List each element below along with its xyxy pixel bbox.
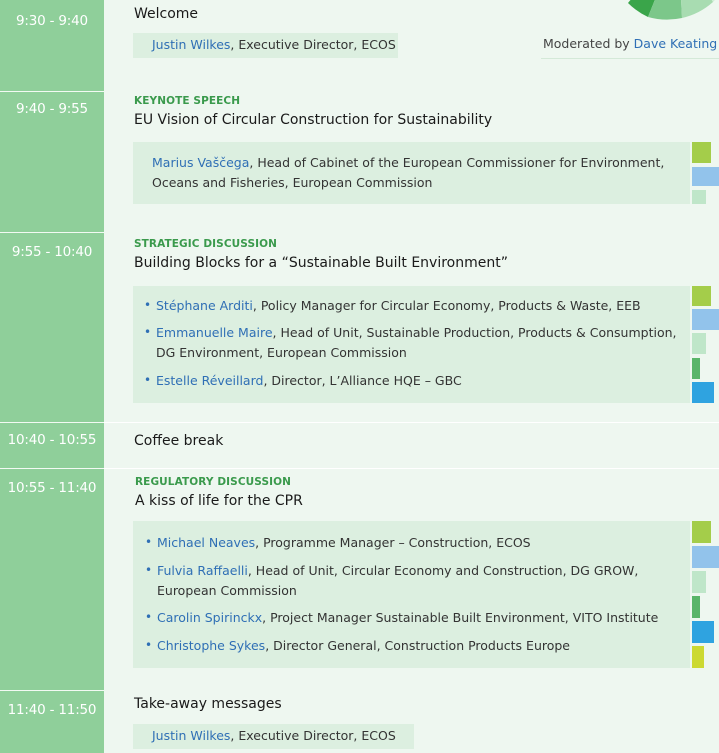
speaker-list: • Stéphane Arditi, Policy Manager for Ci… [133,286,690,403]
speaker-box: Justin Wilkes, Executive Director, ECOS [133,724,414,749]
speaker-box: Justin Wilkes, Executive Director, ECOS [133,33,398,58]
color-bar [692,167,719,186]
time-divider [0,422,104,423]
speaker-entry: Michael Neaves, Programme Manager – Cons… [157,533,531,553]
speaker-list: • Michael Neaves, Programme Manager – Co… [133,521,690,668]
speaker-name[interactable]: Emmanuelle Maire [156,325,273,340]
speaker-role-continued: Oceans and Fisheries, European Commissio… [152,175,433,190]
speaker-name[interactable]: Michael Neaves [157,535,255,550]
row-divider [104,468,719,469]
speaker-entry: Emmanuelle Maire, Head of Unit, Sustaina… [156,323,677,343]
speaker-role: , Head of Cabinet of the European Commis… [249,155,665,170]
time-divider [0,690,104,691]
speaker-role-continued: European Commission [157,583,297,598]
bullet: • [144,298,152,312]
bullet: • [145,535,153,549]
speaker-role: , Project Manager Sustainable Built Envi… [262,610,659,625]
color-bar [692,358,700,379]
speaker-role: , Head of Unit, Sustainable Production, … [272,325,677,340]
speaker-name[interactable]: Stéphane Arditi [156,298,253,313]
session-time: 11:40 - 11:50 [7,702,97,718]
time-divider [0,91,104,92]
time-divider [0,468,104,469]
speaker-role: , Policy Manager for Circular Economy, P… [252,298,641,313]
speaker-entry: Christophe Sykes, Director General, Cons… [157,636,570,656]
pie-graphic-icon [628,0,715,20]
color-bar [692,333,706,354]
session-title: A kiss of life for the CPR [135,493,303,509]
speaker-name[interactable]: Carolin Spirinckx [157,610,262,625]
session-time: 9:30 - 9:40 [16,13,88,29]
color-bar [692,621,714,643]
bullet: • [145,563,153,577]
speaker-role: , Programme Manager – Construction, ECOS [255,535,531,550]
speaker-name[interactable]: Christophe Sykes [157,638,265,653]
session-title: EU Vision of Circular Construction for S… [134,112,493,128]
color-bar [692,521,711,543]
speaker-entry: Marius Vaščega, Head of Cabinet of the E… [152,153,664,173]
session-title: Coffee break [134,433,224,449]
speaker-role: , Executive Director, ECOS [230,728,396,743]
session-time: 10:40 - 10:55 [7,432,97,448]
color-bar [692,190,706,204]
color-bar [692,646,704,668]
speaker-entry: Justin Wilkes, Executive Director, ECOS [152,35,396,55]
session-eyebrow: STRATEGIC DISCUSSION [134,238,278,250]
speaker-role: , Director, L’Alliance HQE – GBC [263,373,462,388]
row-divider [104,422,719,423]
color-bar [692,309,719,330]
speaker-role: , Director General, Construction Product… [265,638,570,653]
session-eyebrow: KEYNOTE SPEECH [134,95,241,107]
bullet: • [145,610,153,624]
color-bar [692,382,714,403]
speaker-entry: Justin Wilkes, Executive Director, ECOS [152,726,396,746]
speaker-role-continued: DG Environment, European Commission [156,345,407,360]
time-divider [0,232,104,233]
speaker-entry: Fulvia Raffaelli, Head of Unit, Circular… [157,561,638,581]
speaker-entry: Carolin Spirinckx, Project Manager Susta… [157,608,658,628]
speaker-entry: Estelle Réveillard, Director, L’Alliance… [156,371,462,391]
speaker-role: , Head of Unit, Circular Economy and Con… [247,563,639,578]
bullet: • [145,638,153,652]
speaker-entry: Stéphane Arditi, Policy Manager for Circ… [156,296,641,316]
session-title: Take-away messages [134,696,282,712]
moderator-name[interactable]: Dave Keating [634,36,718,51]
color-bar [692,571,706,593]
moderator-prefix: Moderated by [543,36,634,51]
speaker-name[interactable]: Estelle Réveillard [156,373,263,388]
session-title: Building Blocks for a “Sustainable Built… [134,255,508,271]
session-title: Welcome [134,6,199,22]
session-eyebrow: REGULATORY DISCUSSION [135,476,292,488]
speaker-name[interactable]: Justin Wilkes [152,37,230,52]
speaker-name[interactable]: Justin Wilkes [152,728,230,743]
color-bar [692,142,711,163]
color-bar [692,286,711,306]
session-time: 10:55 - 11:40 [7,480,97,496]
bullet: • [144,325,152,339]
color-bar [692,596,700,618]
session-time: 9:40 - 9:55 [16,101,88,117]
moderator-line: Moderated by Dave Keating [541,28,719,59]
color-bar [692,546,719,568]
speaker-role: , Executive Director, ECOS [230,37,396,52]
speaker-box: Marius Vaščega, Head of Cabinet of the E… [133,142,690,204]
session-time: 9:55 - 10:40 [11,244,93,260]
speaker-name[interactable]: Marius Vaščega [152,155,249,170]
speaker-name[interactable]: Fulvia Raffaelli [157,563,248,578]
bullet: • [144,373,152,387]
